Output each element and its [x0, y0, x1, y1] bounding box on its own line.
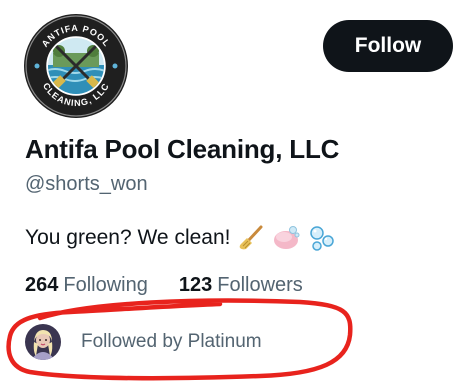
- follow-button[interactable]: Follow: [323, 20, 453, 72]
- followers-count: 123: [178, 274, 213, 296]
- profile-bio: You green? We clean!: [25, 224, 337, 252]
- pool-cleaning-logo-icon: ANTIFA POOL CLEANING, LLC: [24, 14, 128, 118]
- following-count: 264: [25, 274, 59, 296]
- bio-text: You green? We clean!: [25, 226, 231, 249]
- followers-link[interactable]: 123 Followers: [179, 274, 303, 297]
- bubbles-icon: [307, 224, 337, 252]
- following-label: Following: [63, 274, 148, 296]
- followers-label: Followers: [217, 274, 303, 296]
- soap-icon: [271, 224, 301, 252]
- followed-by-row[interactable]: Followed by Platinum: [25, 322, 262, 362]
- follower-avatar-icon: [25, 324, 61, 360]
- profile-stats: 264 Following 123 Followers: [25, 274, 334, 297]
- profile-card: ANTIFA POOL CLEANING, LLC Follow Antifa …: [0, 0, 472, 386]
- follower-avatar: [25, 324, 61, 360]
- profile-handle: @shorts_won: [25, 173, 148, 195]
- broom-icon: [237, 224, 265, 252]
- profile-display-name: Antifa Pool Cleaning, LLC: [25, 134, 340, 164]
- following-link[interactable]: 264 Following: [25, 274, 148, 297]
- followed-by-text: Followed by Platinum: [81, 331, 262, 352]
- profile-avatar[interactable]: ANTIFA POOL CLEANING, LLC: [22, 12, 130, 120]
